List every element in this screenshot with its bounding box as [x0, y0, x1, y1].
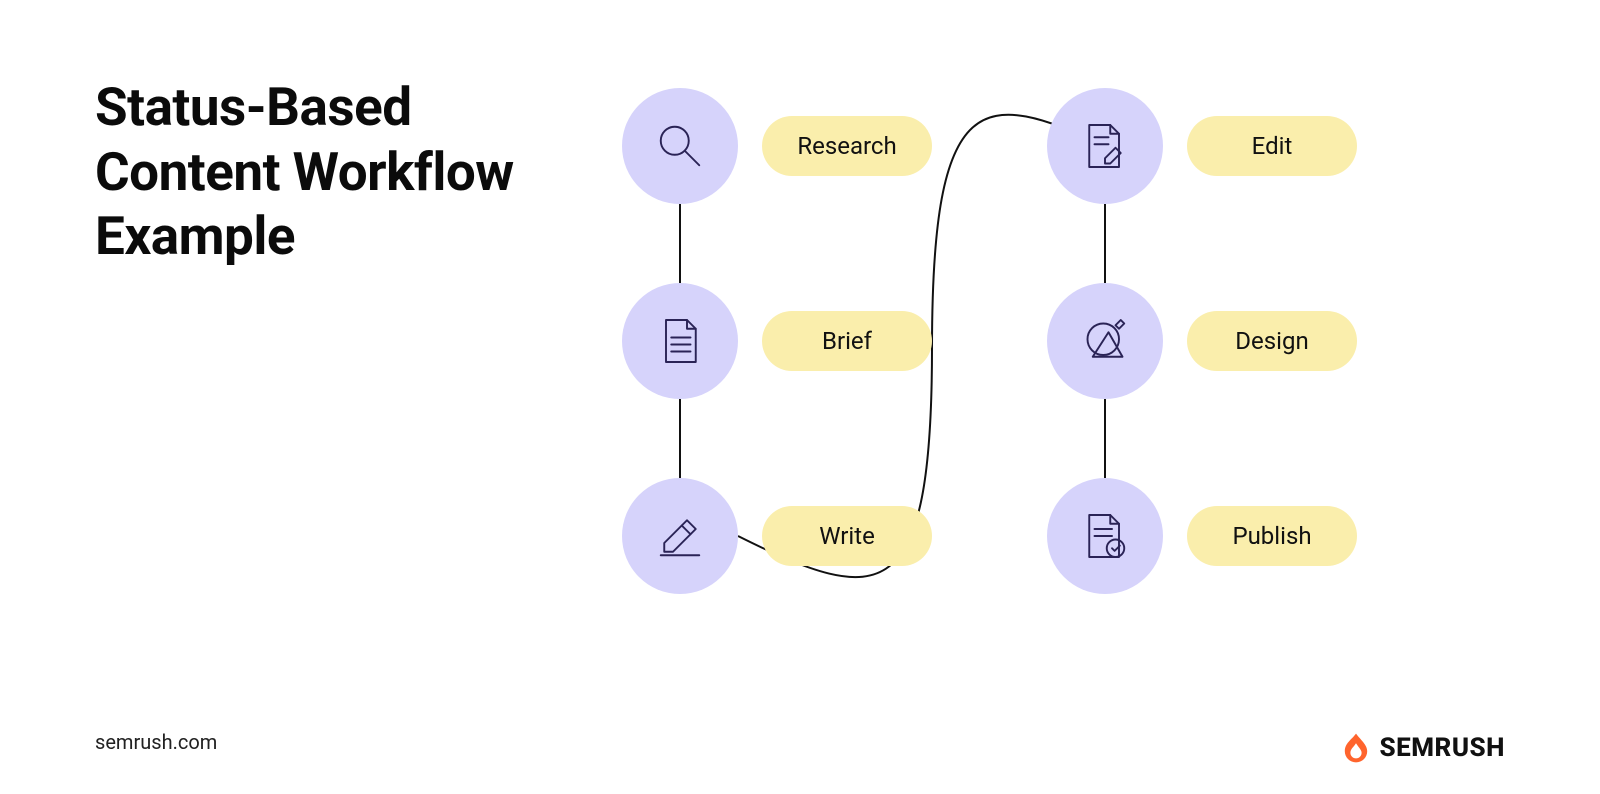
shapes-icon	[1047, 283, 1163, 399]
page-title: Status-BasedContent WorkflowExample	[95, 75, 514, 269]
step-edit: Edit	[1047, 88, 1357, 204]
step-label: Brief	[762, 311, 932, 371]
magnifier-icon	[622, 88, 738, 204]
step-write: Write	[622, 478, 932, 594]
step-label: Edit	[1187, 116, 1357, 176]
document-check-icon	[1047, 478, 1163, 594]
step-design: Design	[1047, 283, 1357, 399]
flame-icon	[1340, 732, 1372, 764]
pencil-icon	[622, 478, 738, 594]
footer-url: semrush.com	[95, 730, 217, 754]
step-label: Publish	[1187, 506, 1357, 566]
connector-line	[1104, 204, 1106, 283]
step-label: Write	[762, 506, 932, 566]
document-icon	[622, 283, 738, 399]
workflow-diagram: Research Brief	[622, 88, 1522, 618]
step-label: Research	[762, 116, 932, 176]
edit-document-icon	[1047, 88, 1163, 204]
brand-name: SEMRUSH	[1380, 733, 1505, 763]
step-brief: Brief	[622, 283, 932, 399]
connector-line	[679, 399, 681, 478]
title-text: Status-BasedContent WorkflowExample	[95, 76, 514, 267]
step-label: Design	[1187, 311, 1357, 371]
connector-line	[679, 204, 681, 283]
connector-line	[1104, 399, 1106, 478]
step-publish: Publish	[1047, 478, 1357, 594]
brand-logo: SEMRUSH	[1340, 732, 1505, 764]
step-research: Research	[622, 88, 932, 204]
page: Status-BasedContent WorkflowExample Rese…	[0, 0, 1600, 794]
